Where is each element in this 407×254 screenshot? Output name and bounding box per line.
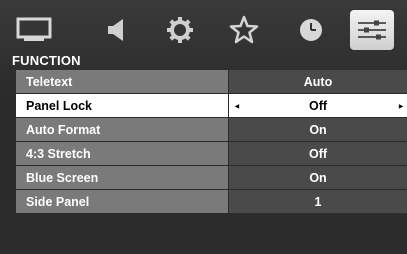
menu-item-value: 1 — [229, 190, 407, 213]
settings-menu: Teletext Auto Panel Lock ◂ Off ▸ Auto Fo… — [16, 70, 407, 214]
menu-item-label: Teletext — [16, 70, 228, 93]
menu-item-value: Auto — [229, 70, 407, 93]
arrow-left-icon[interactable]: ◂ — [235, 101, 239, 110]
menu-item-label: Blue Screen — [16, 166, 228, 189]
menu-row-4-3-stretch[interactable]: 4:3 Stretch Off — [16, 142, 407, 165]
menu-item-value: Off — [308, 98, 328, 113]
menu-row-blue-screen[interactable]: Blue Screen On — [16, 166, 407, 189]
menu-item-label: Panel Lock — [16, 94, 228, 117]
menu-item-value-container: ◂ Off ▸ — [229, 94, 407, 117]
sound-icon[interactable] — [95, 10, 139, 50]
menu-row-teletext[interactable]: Teletext Auto — [16, 70, 407, 93]
menu-item-value: Off — [229, 142, 407, 165]
menu-item-label: 4:3 Stretch — [16, 142, 228, 165]
menu-item-value: On — [229, 166, 407, 189]
menu-row-side-panel[interactable]: Side Panel 1 — [16, 190, 407, 213]
category-title: FUNCTION — [12, 53, 81, 68]
menu-row-panel-lock[interactable]: Panel Lock ◂ Off ▸ — [16, 94, 407, 117]
arrow-right-icon[interactable]: ▸ — [399, 101, 403, 110]
menu-item-value: On — [229, 118, 407, 141]
picture-icon[interactable] — [12, 10, 56, 50]
function-sliders-icon[interactable] — [350, 10, 394, 50]
tv-osd-menu: FUNCTION Teletext Auto Panel Lock ◂ Off … — [0, 0, 407, 254]
preferences-star-icon[interactable] — [222, 10, 266, 50]
menu-item-label: Side Panel — [16, 190, 228, 213]
setup-gear-icon[interactable] — [158, 10, 202, 50]
timer-clock-icon[interactable] — [289, 10, 333, 50]
menu-item-label: Auto Format — [16, 118, 228, 141]
menu-row-auto-format[interactable]: Auto Format On — [16, 118, 407, 141]
